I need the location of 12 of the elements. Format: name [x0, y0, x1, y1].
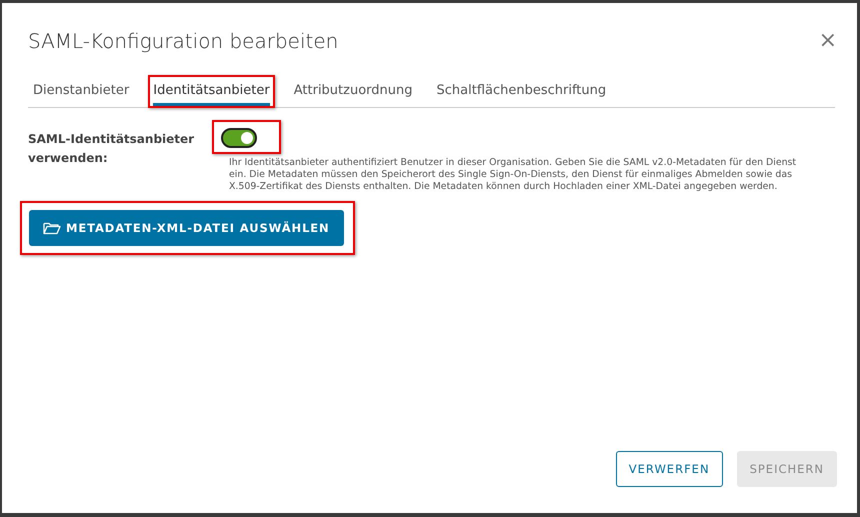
tab[interactable]: Identitätsanbieter	[153, 80, 270, 106]
folder-icon	[43, 221, 61, 235]
tab[interactable]: Schaltflächenbeschriftung	[436, 80, 606, 106]
setting-label: SAML-Identitätsanbieter verwenden:	[28, 131, 196, 167]
footer-button[interactable]: VERWERFEN	[616, 451, 723, 487]
upload-button[interactable]: METADATEN-XML-DATEI AUSWÄHLEN	[29, 210, 344, 246]
tab[interactable]: Attributzuordnung	[294, 80, 412, 106]
help-text: Ihr Identitätsanbieter authentifiziert Benutzer in dieser Organisation. Geben Sie die SAML v2.0-Metadaten für den Dienst ein. Die Metadaten müssen den Speicherort des Single Sign-On-Diensts, den Dienst für einmaliges Abmelden sowie das X.509-Zertifikat des Diensts enthalten. Die Metadaten können durch Hochladen einer XML-Datei angegeben werden.	[229, 157, 798, 193]
dialog-title: SAML-Konfiguration bearbeiten	[28, 29, 338, 53]
toggle-switch[interactable]	[221, 128, 257, 148]
tab[interactable]: Dienstanbieter	[33, 80, 130, 106]
close-button[interactable]: ×	[818, 30, 837, 52]
